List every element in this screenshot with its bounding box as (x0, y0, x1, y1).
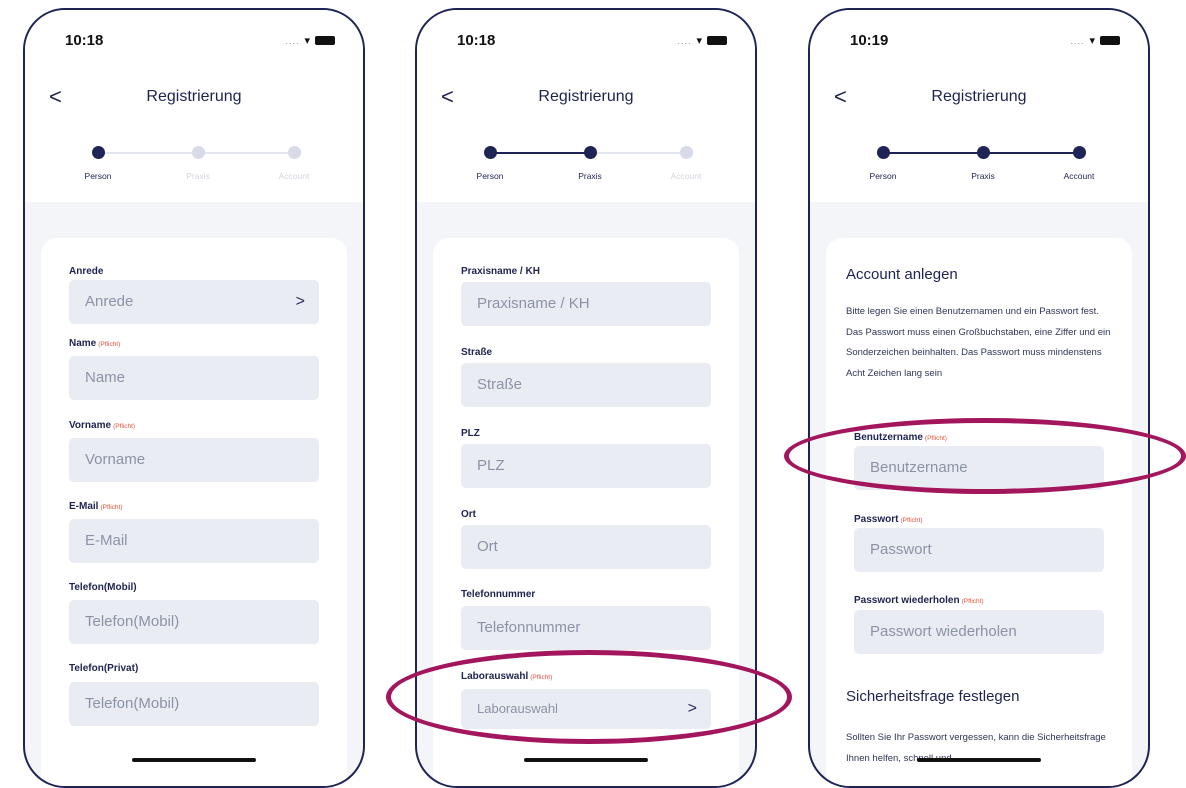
page-title: Registrierung (146, 88, 242, 105)
form-card: Account anlegen Bitte legen Sie einen Be… (826, 238, 1132, 786)
field-label-anrede: Anrede (69, 266, 104, 277)
signal-icon: .... (285, 35, 300, 46)
step-connector (887, 152, 983, 154)
field-label-ort: Ort (461, 509, 476, 520)
field-label-telefonnummer: Telefonnummer (461, 589, 536, 600)
telefon-privat-field[interactable]: Telefon(Mobil) (69, 682, 319, 726)
home-indicator (524, 758, 648, 762)
step-connector (983, 152, 1079, 154)
telefonnummer-field[interactable]: Telefonnummer (461, 606, 711, 650)
plz-field[interactable]: PLZ (461, 444, 711, 488)
nav-bar: < Registrierung (25, 66, 363, 129)
field-label-telefon-mobil: Telefon(Mobil) (69, 582, 137, 593)
wifi-icon: ▾ (1089, 35, 1095, 47)
step-connector (102, 152, 198, 154)
step-connector (198, 152, 294, 154)
battery-icon (1100, 36, 1120, 45)
field-label-passwort-wiederholen: Passwort wiederholen (Pflicht) (854, 595, 984, 606)
home-indicator (917, 758, 1041, 762)
field-label-vorname: Vorname (Pflicht) (69, 420, 136, 431)
step-dot-person (484, 146, 497, 159)
step-dot-praxis (192, 146, 205, 159)
step-dot-praxis (977, 146, 990, 159)
battery-icon (707, 36, 727, 45)
field-label-telefon-privat: Telefon(Privat) (69, 663, 139, 674)
wifi-icon: ▾ (304, 35, 310, 47)
progress-stepper: Person Praxis Account (810, 128, 1148, 202)
passwort-field[interactable]: Passwort (854, 528, 1104, 572)
form-card: Anrede Anrede > Name (Pflicht) Name Vornam… (41, 238, 347, 786)
strasse-field[interactable]: Straße (461, 363, 711, 407)
ort-field[interactable]: Ort (461, 525, 711, 569)
step-label-account: Account (670, 171, 702, 181)
step-connector (494, 152, 590, 154)
nav-bar: < Registrierung (810, 66, 1148, 129)
step-dot-account (1073, 146, 1086, 159)
step-label-person: Person (84, 171, 112, 181)
step-label-person: Person (476, 171, 504, 181)
step-label-praxis: Praxis (971, 171, 995, 181)
highlight-ellipse-laborauswahl (386, 650, 792, 744)
step-label-account: Account (1063, 171, 1095, 181)
field-label-email: E-Mail (Pflicht) (69, 501, 123, 512)
step-dot-account (680, 146, 693, 159)
security-description: Sollten Sie Ihr Passwort vergessen, kann… (846, 732, 1106, 764)
page-title: Registrierung (538, 88, 634, 105)
step-dot-account (288, 146, 301, 159)
chevron-right-icon: > (295, 293, 305, 310)
status-bar: 10:18 .... ▾ (25, 10, 363, 66)
section-title-account: Account anlegen (846, 266, 958, 283)
field-label-name: Name (Pflicht) (69, 338, 121, 349)
account-description: Bitte legen Sie einen Benutzernamen und … (846, 306, 1111, 379)
phone-screen-person: 10:18 .... ▾ < Registrierung Person Prax… (23, 8, 365, 788)
telefon-mobil-field[interactable]: Telefon(Mobil) (69, 600, 319, 644)
field-label-praxisname: Praxisname / KH (461, 266, 540, 277)
battery-icon (315, 36, 335, 45)
section-title-security: Sicherheitsfrage festlegen (846, 688, 1020, 705)
required-badge: (Pflicht) (113, 423, 136, 430)
highlight-ellipse-benutzername (784, 418, 1186, 494)
step-connector (590, 152, 686, 154)
status-time: 10:18 (457, 32, 496, 49)
step-label-praxis: Praxis (186, 171, 210, 181)
status-time: 10:19 (850, 32, 889, 49)
email-field[interactable]: E-Mail (69, 519, 319, 563)
phone-screen-account: 10:19 .... ▾ < Registrierung Person Prax… (808, 8, 1150, 788)
step-label-account: Account (278, 171, 310, 181)
status-bar: 10:19 .... ▾ (810, 10, 1148, 66)
signal-icon: .... (1070, 35, 1085, 46)
step-label-praxis: Praxis (578, 171, 602, 181)
status-time: 10:18 (65, 32, 104, 49)
required-badge: (Pflicht) (100, 504, 123, 511)
signal-icon: .... (677, 35, 692, 46)
step-dot-praxis (584, 146, 597, 159)
praxisname-field[interactable]: Praxisname / KH (461, 282, 711, 326)
field-label-plz: PLZ (461, 428, 480, 439)
field-label-passwort: Passwort (Pflicht) (854, 514, 923, 525)
step-dot-person (877, 146, 890, 159)
required-badge: (Pflicht) (98, 341, 121, 348)
required-badge: (Pflicht) (961, 598, 984, 605)
page-title: Registrierung (931, 88, 1027, 105)
vorname-field[interactable]: Vorname (69, 438, 319, 482)
home-indicator (132, 758, 256, 762)
wifi-icon: ▾ (696, 35, 702, 47)
name-field[interactable]: Name (69, 356, 319, 400)
progress-stepper: Person Praxis Account (417, 128, 755, 202)
nav-bar: < Registrierung (417, 66, 755, 129)
progress-stepper: Person Praxis Account (25, 128, 363, 202)
anrede-select[interactable]: Anrede > (69, 280, 319, 324)
passwort-wiederholen-field[interactable]: Passwort wiederholen (854, 610, 1104, 654)
required-badge: (Pflicht) (900, 517, 923, 524)
status-bar: 10:18 .... ▾ (417, 10, 755, 66)
field-label-strasse: Straße (461, 347, 493, 358)
step-dot-person (92, 146, 105, 159)
step-label-person: Person (869, 171, 897, 181)
